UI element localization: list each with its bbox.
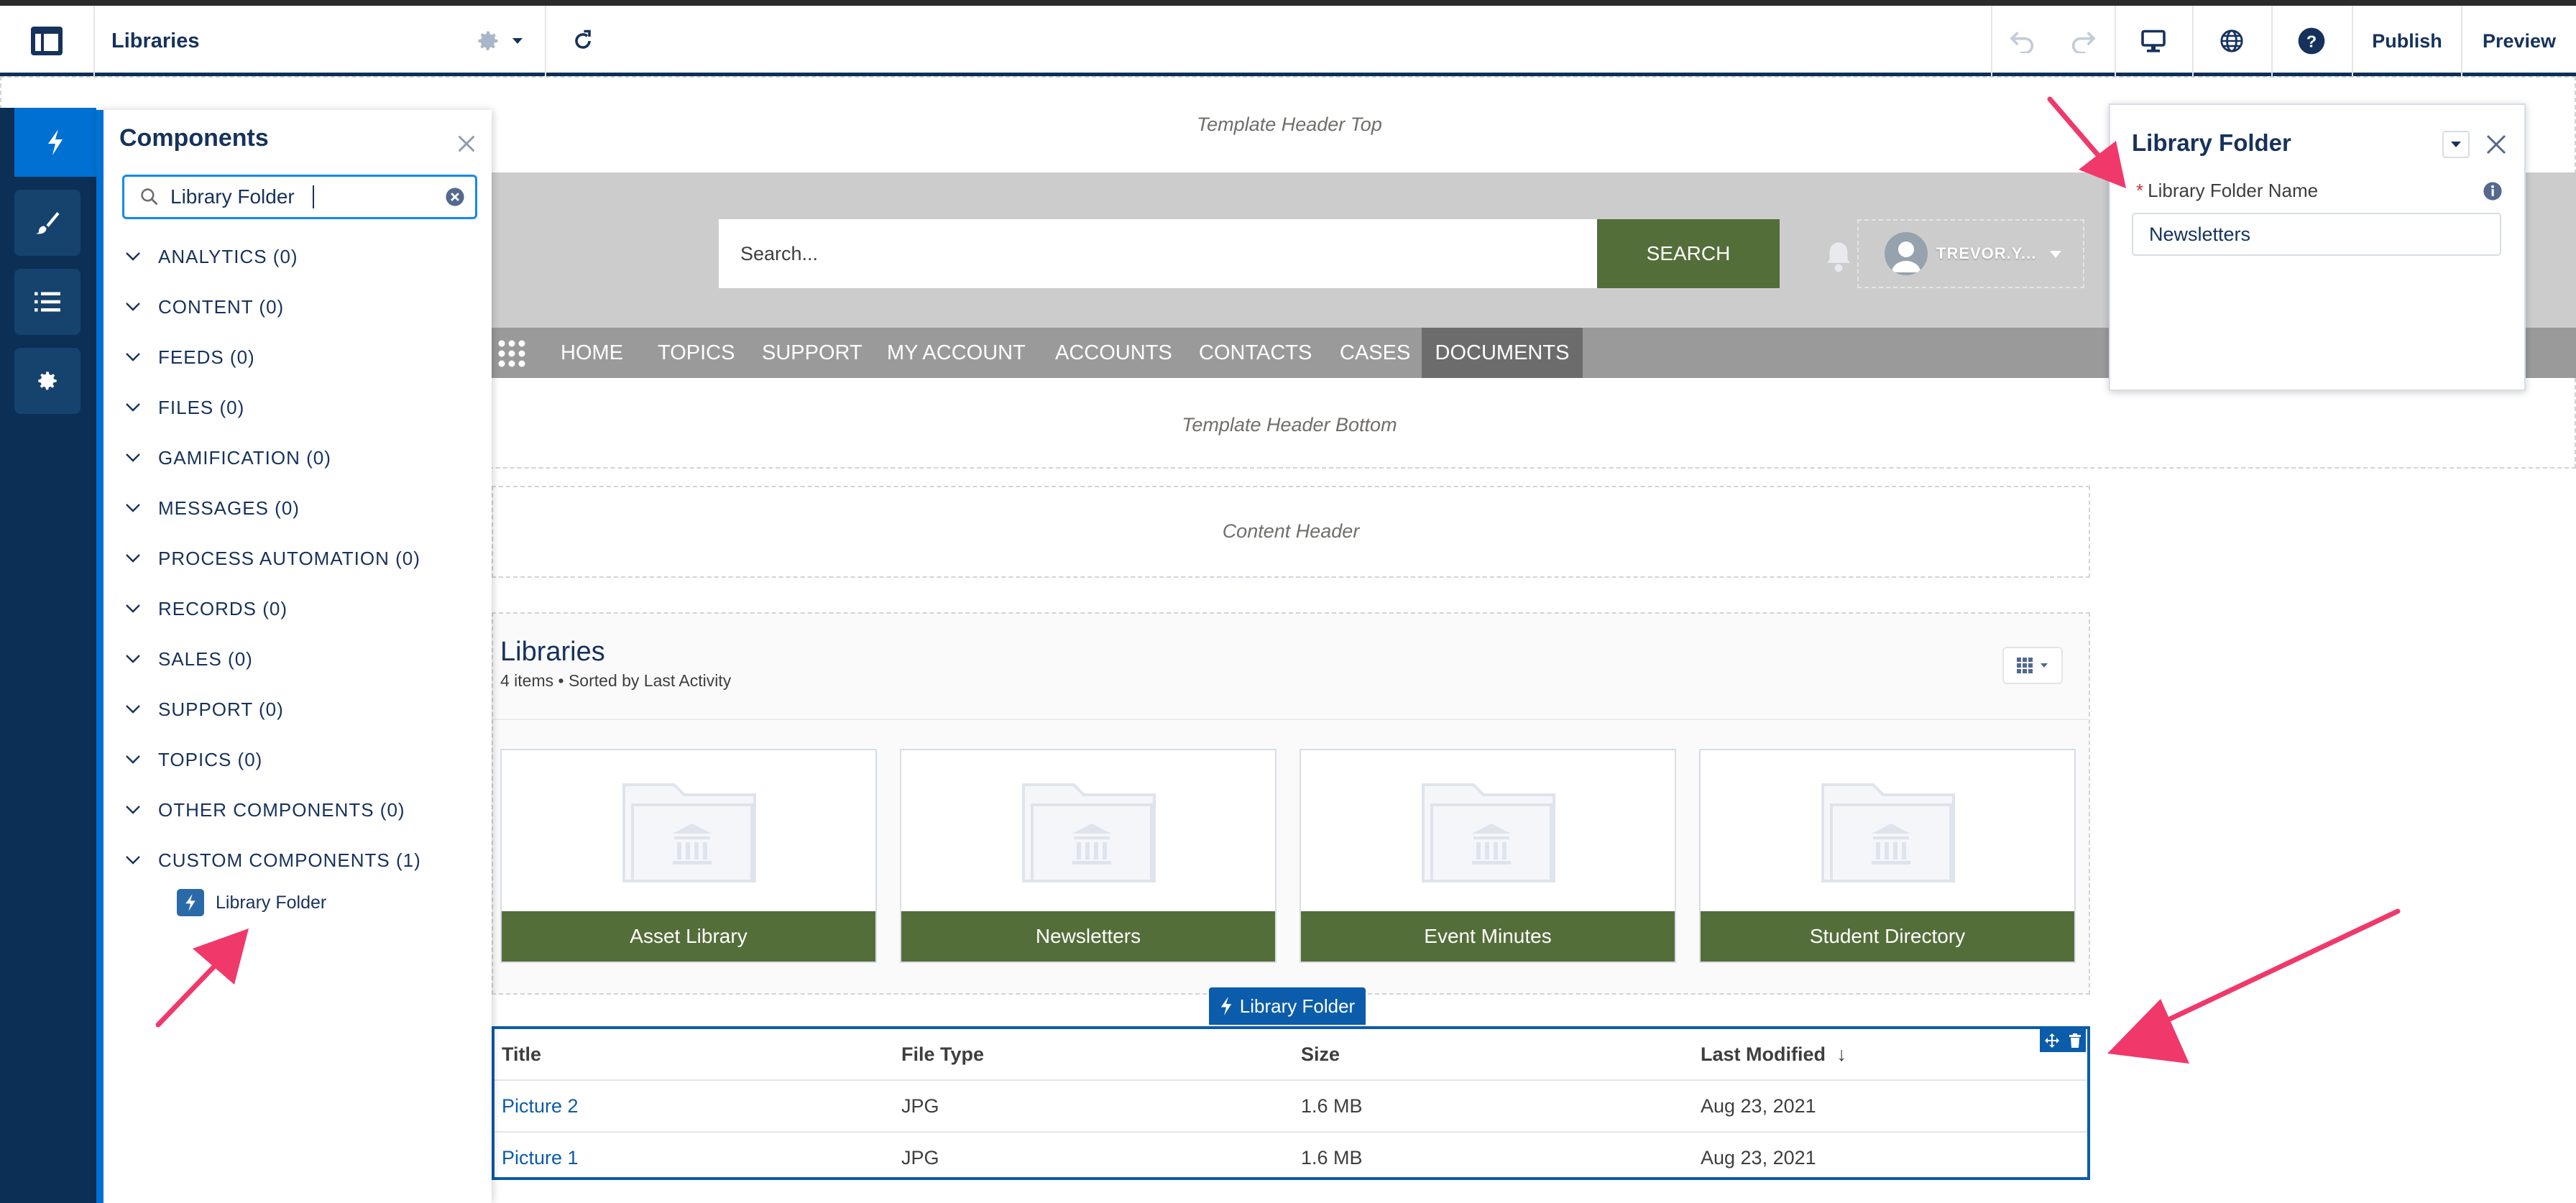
annotation-arrows <box>155 96 2401 1064</box>
annotation-arrow <box>2047 96 2126 188</box>
annotation-arrow <box>155 928 249 1028</box>
annotation-arrow <box>2107 908 2401 1064</box>
